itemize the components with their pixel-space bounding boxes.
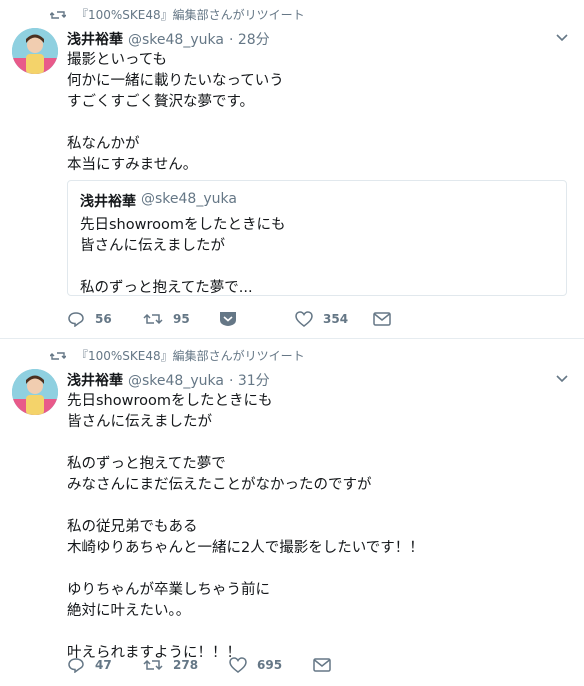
shield-dm-icon (220, 312, 236, 326)
retweet-icon (143, 659, 163, 671)
avatar[interactable] (12, 28, 58, 74)
quoted-header: 浅井裕華 @ske48_yuka (80, 191, 554, 211)
retweet-button[interactable]: 95 (143, 312, 219, 326)
chevron-down-icon[interactable] (556, 34, 568, 42)
heart-icon (229, 657, 247, 673)
avatar-photo (12, 28, 58, 74)
timestamp[interactable]: · 28分 (229, 29, 270, 49)
display-name[interactable]: 浅井裕華 (67, 29, 123, 49)
quoted-text: 先日showroomをしたときにも 皆さんに伝えましたが 私のずっと抱えてた夢で… (80, 217, 286, 296)
retweet-context: 『100%SKE48』編集部さんがリツイート (50, 347, 305, 364)
message-button[interactable] (313, 658, 331, 672)
tweet-text: 撮影といっても 何かに一緒に載りたいなっていう すごくすごく贅沢な夢です。 私な… (67, 52, 284, 173)
retweet-button[interactable]: 278 (143, 658, 229, 672)
envelope-icon (313, 658, 331, 672)
avatar[interactable] (12, 369, 58, 415)
reply-icon (68, 312, 84, 327)
tweet-header: 浅井裕華 @ske48_yuka · 28分 (67, 29, 270, 49)
quoted-handle: @ske48_yuka (141, 191, 237, 207)
message-button[interactable] (373, 312, 391, 326)
dm-button[interactable] (219, 311, 295, 327)
tweet-header: 浅井裕華 @ske48_yuka · 31分 (67, 370, 270, 390)
like-button[interactable]: 695 (229, 657, 313, 673)
retweet-count: 95 (173, 312, 190, 326)
retweet-context: 『100%SKE48』編集部さんがリツイート (50, 6, 305, 23)
display-name[interactable]: 浅井裕華 (67, 370, 123, 390)
heart-icon (295, 311, 313, 327)
user-handle[interactable]: @ske48_yuka (128, 373, 224, 389)
reply-count: 47 (95, 658, 112, 672)
tweet-actions: 56 95 354 (67, 311, 391, 327)
tweet-actions: 47 278 695 (67, 657, 331, 673)
tweet-2[interactable]: 『100%SKE48』編集部さんがリツイート 浅井裕華 @ske48_yuka … (0, 338, 584, 686)
user-handle[interactable]: @ske48_yuka (128, 32, 224, 48)
quoted-tweet[interactable]: 浅井裕華 @ske48_yuka 先日showroomをしたときにも 皆さんに伝… (67, 180, 567, 296)
chevron-down-icon[interactable] (556, 375, 568, 383)
reply-icon (68, 658, 84, 673)
reply-button[interactable]: 47 (67, 657, 143, 673)
like-button[interactable]: 354 (295, 311, 373, 327)
tweet-1[interactable]: 『100%SKE48』編集部さんがリツイート 浅井裕華 @ske48_yuka … (0, 0, 584, 338)
quoted-display-name: 浅井裕華 (80, 194, 136, 210)
like-count: 695 (257, 658, 283, 672)
reply-count: 56 (95, 312, 112, 326)
retweet-by-label: 『100%SKE48』編集部さんがリツイート (76, 349, 305, 363)
retweet-by-label: 『100%SKE48』編集部さんがリツイート (76, 8, 305, 22)
retweet-icon (50, 351, 66, 360)
envelope-icon (373, 312, 391, 326)
tweet-text: 先日showroomをしたときにも 皆さんに伝えましたが 私のずっと抱えてた夢で… (67, 393, 424, 661)
timestamp[interactable]: · 31分 (229, 370, 270, 390)
retweet-count: 278 (173, 658, 199, 672)
avatar-photo (12, 369, 58, 415)
retweet-icon (50, 10, 66, 19)
retweet-icon (143, 313, 163, 325)
like-count: 354 (323, 312, 349, 326)
reply-button[interactable]: 56 (67, 311, 143, 327)
